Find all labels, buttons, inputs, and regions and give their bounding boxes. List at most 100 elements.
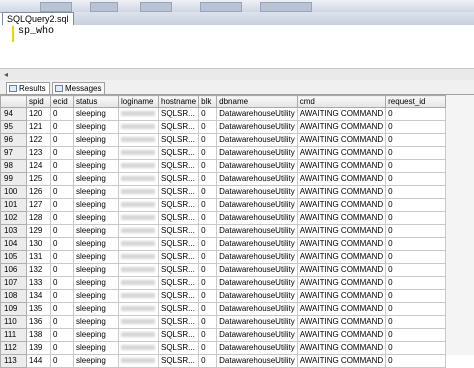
cell-status[interactable]: sleeping (73, 198, 119, 212)
cell-dbname[interactable]: DatawarehouseUtility (216, 328, 298, 342)
cell-cmd[interactable]: AWAITING COMMAND (296, 133, 387, 147)
cell-blk[interactable]: 0 (198, 237, 218, 251)
cell-hostname[interactable]: SQLSR... (157, 315, 200, 329)
query-tab[interactable]: SQLQuery2.sql (2, 12, 74, 25)
cell-request-id[interactable]: 0 (385, 107, 447, 121)
table-row[interactable]: 105 131 0 sleeping SQLSR... 0 DatawarehouseUti… (0, 250, 447, 264)
cell-loginame[interactable] (118, 302, 159, 316)
cell-blk[interactable]: 0 (198, 289, 218, 303)
cell-status[interactable]: sleeping (73, 146, 119, 160)
cell-ecid[interactable]: 0 (50, 211, 74, 225)
cell-hostname[interactable]: SQLSR... (157, 159, 200, 173)
cell-status[interactable]: sleeping (73, 341, 119, 355)
cell-dbname[interactable]: DatawarehouseUtility (216, 237, 298, 251)
column-header-hostname[interactable]: hostname (157, 95, 200, 108)
cell-status[interactable]: sleeping (73, 302, 119, 316)
cell-request-id[interactable]: 0 (385, 328, 447, 342)
cell-request-id[interactable]: 0 (385, 224, 447, 238)
cell-loginame[interactable] (118, 120, 159, 134)
cell-ecid[interactable]: 0 (50, 354, 74, 368)
row-number[interactable]: 107 (0, 276, 27, 290)
cell-status[interactable]: sleeping (73, 276, 119, 290)
cell-loginame[interactable] (118, 237, 159, 251)
cell-blk[interactable]: 0 (198, 146, 218, 160)
cell-request-id[interactable]: 0 (385, 159, 447, 173)
cell-hostname[interactable]: SQLSR... (157, 328, 200, 342)
table-row[interactable]: 101 127 0 sleeping SQLSR... 0 DatawarehouseUti… (0, 198, 447, 212)
row-number[interactable]: 104 (0, 237, 27, 251)
cell-ecid[interactable]: 0 (50, 146, 74, 160)
row-number[interactable]: 111 (0, 328, 27, 342)
cell-spid[interactable]: 127 (26, 198, 51, 212)
cell-request-id[interactable]: 0 (385, 146, 447, 160)
cell-blk[interactable]: 0 (198, 185, 218, 199)
cell-blk[interactable]: 0 (198, 328, 218, 342)
cell-cmd[interactable]: AWAITING COMMAND (296, 263, 387, 277)
column-header-spid[interactable]: spid (26, 95, 51, 108)
cell-hostname[interactable]: SQLSR... (157, 107, 200, 121)
column-header-row-number[interactable] (0, 95, 27, 108)
row-number[interactable]: 113 (0, 354, 27, 368)
cell-ecid[interactable]: 0 (50, 185, 74, 199)
cell-hostname[interactable]: SQLSR... (157, 341, 200, 355)
cell-loginame[interactable] (118, 354, 159, 368)
cell-spid[interactable]: 126 (26, 185, 51, 199)
cell-dbname[interactable]: DatawarehouseUtility (216, 185, 298, 199)
cell-dbname[interactable]: DatawarehouseUtility (216, 315, 298, 329)
toolbar-button[interactable] (200, 2, 242, 12)
row-number[interactable]: 103 (0, 224, 27, 238)
table-row[interactable]: 103 129 0 sleeping SQLSR... 0 DatawarehouseUti… (0, 224, 447, 238)
cell-dbname[interactable]: DatawarehouseUtility (216, 107, 298, 121)
column-header-blk[interactable]: blk (198, 95, 218, 108)
cell-request-id[interactable]: 0 (385, 250, 447, 264)
cell-loginame[interactable] (118, 107, 159, 121)
column-header-loginame[interactable]: loginame (118, 95, 159, 108)
table-row[interactable]: 104 130 0 sleeping SQLSR... 0 DatawarehouseUti… (0, 237, 447, 251)
row-number[interactable]: 96 (0, 133, 27, 147)
table-row[interactable]: 99 125 0 sleeping SQLSR... 0 DatawarehouseUtil… (0, 172, 447, 186)
cell-hostname[interactable]: SQLSR... (157, 120, 200, 134)
cell-cmd[interactable]: AWAITING COMMAND (296, 341, 387, 355)
cell-spid[interactable]: 130 (26, 237, 51, 251)
cell-blk[interactable]: 0 (198, 315, 218, 329)
cell-cmd[interactable]: AWAITING COMMAND (296, 120, 387, 134)
tab-messages[interactable]: Messages (52, 82, 106, 94)
cell-ecid[interactable]: 0 (50, 328, 74, 342)
column-header-request-id[interactable]: request_id (385, 95, 447, 108)
table-row[interactable]: 96 122 0 sleeping SQLSR... 0 DatawarehouseUtil… (0, 133, 447, 147)
cell-cmd[interactable]: AWAITING COMMAND (296, 107, 387, 121)
cell-ecid[interactable]: 0 (50, 107, 74, 121)
cell-blk[interactable]: 0 (198, 263, 218, 277)
cell-loginame[interactable] (118, 289, 159, 303)
column-header-status[interactable]: status (73, 95, 119, 108)
cell-request-id[interactable]: 0 (385, 185, 447, 199)
cell-ecid[interactable]: 0 (50, 120, 74, 134)
cell-loginame[interactable] (118, 263, 159, 277)
table-row[interactable]: 95 121 0 sleeping SQLSR... 0 DatawarehouseUtil… (0, 120, 447, 134)
cell-request-id[interactable]: 0 (385, 315, 447, 329)
cell-request-id[interactable]: 0 (385, 120, 447, 134)
cell-spid[interactable]: 125 (26, 172, 51, 186)
cell-blk[interactable]: 0 (198, 224, 218, 238)
cell-dbname[interactable]: DatawarehouseUtility (216, 289, 298, 303)
cell-request-id[interactable]: 0 (385, 211, 447, 225)
cell-blk[interactable]: 0 (198, 133, 218, 147)
cell-status[interactable]: sleeping (73, 237, 119, 251)
cell-request-id[interactable]: 0 (385, 237, 447, 251)
cell-dbname[interactable]: DatawarehouseUtility (216, 276, 298, 290)
cell-dbname[interactable]: DatawarehouseUtility (216, 263, 298, 277)
cell-cmd[interactable]: AWAITING COMMAND (296, 211, 387, 225)
row-number[interactable]: 109 (0, 302, 27, 316)
cell-request-id[interactable]: 0 (385, 276, 447, 290)
row-number[interactable]: 106 (0, 263, 27, 277)
cell-loginame[interactable] (118, 328, 159, 342)
cell-status[interactable]: sleeping (73, 211, 119, 225)
cell-loginame[interactable] (118, 341, 159, 355)
toolbar-button[interactable] (140, 2, 172, 12)
table-row[interactable]: 109 135 0 sleeping SQLSR... 0 DatawarehouseUti… (0, 302, 447, 316)
cell-loginame[interactable] (118, 172, 159, 186)
cell-blk[interactable]: 0 (198, 198, 218, 212)
cell-dbname[interactable]: DatawarehouseUtility (216, 146, 298, 160)
cell-spid[interactable]: 129 (26, 224, 51, 238)
cell-status[interactable]: sleeping (73, 250, 119, 264)
